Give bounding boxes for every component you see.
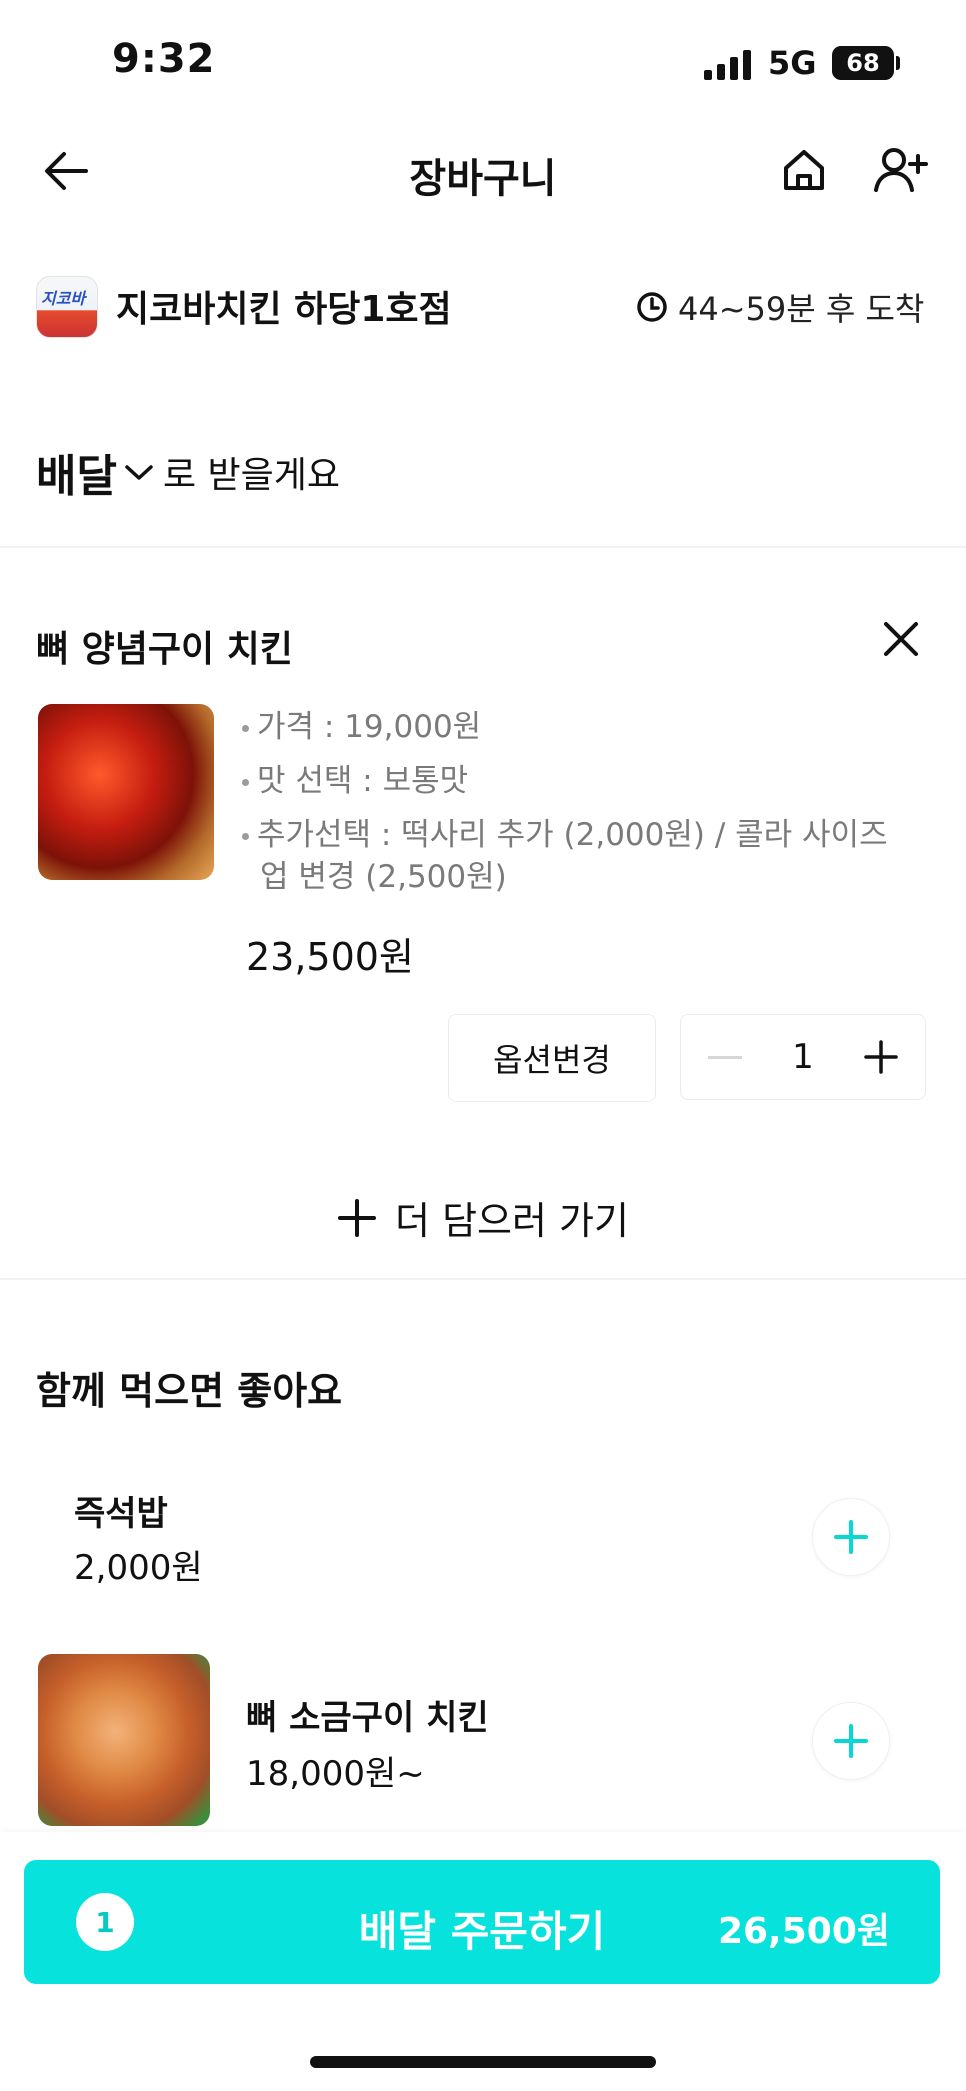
network-type: 5G <box>768 44 817 82</box>
close-icon <box>884 622 918 656</box>
remove-item-button[interactable] <box>876 614 926 664</box>
battery-cap <box>896 56 900 70</box>
item-detail-text: 맛 선택 : 보통맛 <box>257 763 469 799</box>
signal-icon <box>704 50 751 80</box>
plus-icon <box>834 1520 868 1554</box>
delivery-suffix: 로 받을게요 <box>162 455 341 496</box>
recommend-item-price: 18,000원~ <box>246 1754 425 1794</box>
item-detail: 맛 선택 : 보통맛 <box>242 760 468 802</box>
quantity-value: 1 <box>792 1037 814 1077</box>
quantity-stepper: 1 <box>680 1014 926 1100</box>
decrease-button[interactable] <box>705 1037 745 1077</box>
recommend-add-button[interactable] <box>812 1498 890 1576</box>
item-detail-text: 가격 : 19,000원 <box>257 709 482 745</box>
store-logo: 지코바 <box>36 276 98 338</box>
cart-item-price: 23,500원 <box>246 935 414 979</box>
divider <box>0 1278 966 1280</box>
status-time: 9:32 <box>112 36 216 82</box>
item-detail-continued: 업 변경 (2,500원) <box>260 859 507 895</box>
order-button[interactable]: 1 배달 주문하기 26,500원 <box>24 1860 940 1984</box>
add-more-label: 더 담으러 가기 <box>395 1199 629 1243</box>
add-more-button[interactable]: 더 담으러 가기 <box>0 1190 966 1245</box>
recommend-add-button[interactable] <box>812 1702 890 1780</box>
recommend-item-price: 2,000원 <box>74 1548 203 1588</box>
recommend-item-name: 뼈 소금구이 치킨 <box>246 1698 489 1738</box>
divider <box>0 546 966 548</box>
eta-text: 44~59분 후 도착 <box>678 290 925 328</box>
recommend-item-name: 즉석밥 <box>74 1494 168 1534</box>
plus-icon <box>834 1724 868 1758</box>
battery-indicator: 68 <box>832 46 894 80</box>
invite-button[interactable] <box>872 142 932 198</box>
delivery-eta: 44~59분 후 도착 <box>636 284 924 330</box>
minus-icon <box>708 1055 742 1059</box>
home-indicator <box>310 2056 656 2068</box>
item-detail-text: 추가선택 : 떡사리 추가 (2,000원) / 콜라 사이즈 <box>257 817 888 853</box>
increase-button[interactable] <box>861 1037 901 1077</box>
item-detail: 추가선택 : 떡사리 추가 (2,000원) / 콜라 사이즈 <box>242 814 888 856</box>
delivery-mode-selector[interactable]: 배달 로 받을게요 <box>36 440 340 504</box>
home-button[interactable] <box>776 142 832 198</box>
store-logo-text: 지코바 <box>41 289 86 308</box>
delivery-mode[interactable]: 배달 <box>36 440 117 504</box>
store-name[interactable]: 지코바치킨 하당1호점 <box>116 280 452 332</box>
cart-item-image <box>38 704 214 880</box>
change-option-button[interactable]: 옵션변경 <box>448 1014 656 1102</box>
chevron-down-icon <box>125 465 153 480</box>
plus-icon <box>338 1198 377 1237</box>
item-detail: 가격 : 19,000원 <box>242 706 481 748</box>
plus-icon <box>864 1040 898 1074</box>
recommend-item-image <box>38 1654 210 1826</box>
recommend-title: 함께 먹으면 좋아요 <box>36 1369 343 1413</box>
add-person-icon <box>874 148 928 192</box>
order-total: 26,500원 <box>717 1911 890 1952</box>
clock-icon <box>637 292 667 322</box>
cart-item-name: 뼈 양념구이 치킨 <box>36 629 293 670</box>
home-icon <box>784 150 824 190</box>
